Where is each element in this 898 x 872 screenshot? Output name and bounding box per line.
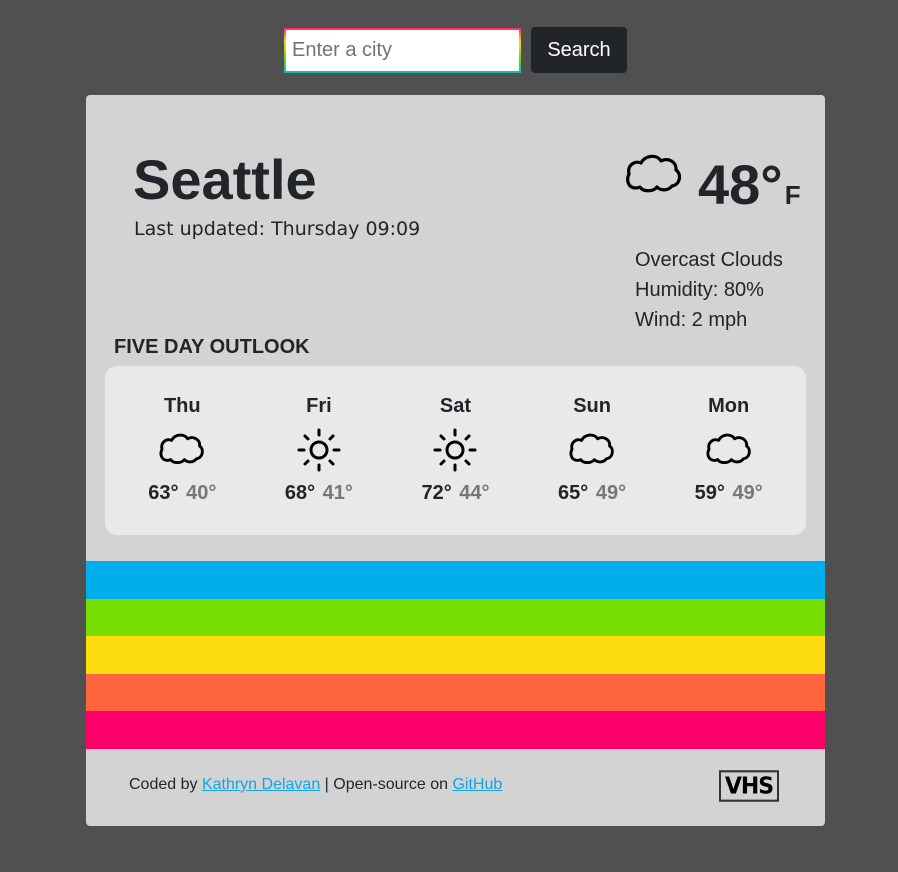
day-name: Sun — [573, 395, 611, 417]
day-name: Fri — [306, 395, 332, 417]
sun-icon — [297, 428, 341, 472]
city-name: Seattle — [133, 148, 317, 211]
current-conditions: 48° F — [624, 150, 801, 220]
low-temp: 49° — [595, 482, 627, 504]
day-name: Mon — [708, 395, 750, 417]
footer-middle: | Open-source on — [320, 776, 453, 793]
forecast-day: Sun 65° 49° — [524, 366, 661, 535]
five-day-forecast: Thu 63° 40° Fri 68° 41° Sat 72° 44° Sun … — [105, 366, 806, 535]
stripe-pink — [86, 711, 825, 749]
wind: Wind: 2 mph — [635, 309, 748, 331]
vhs-logo: VHS — [719, 770, 779, 802]
search-button[interactable]: Search — [531, 27, 627, 73]
high-temp: 68° — [284, 482, 316, 504]
search-form: Search — [284, 27, 627, 73]
low-temp: 41° — [322, 482, 353, 504]
forecast-day: Thu 63° 40° — [114, 366, 251, 535]
footer-prefix: Coded by — [129, 776, 202, 793]
high-temp: 65° — [558, 482, 589, 504]
stripe-yellow — [86, 636, 825, 674]
outlook-title: FIVE DAY OUTLOOK — [114, 336, 310, 358]
humidity: Humidity: 80% — [635, 279, 764, 301]
forecast-day: Fri 68° 41° — [251, 366, 388, 535]
sun-icon — [433, 428, 477, 472]
weather-description: Overcast Clouds — [635, 249, 783, 271]
day-name: Sat — [439, 395, 472, 417]
stripe-orange — [86, 673, 825, 712]
cloud-icon — [569, 433, 614, 465]
city-input-border — [284, 27, 521, 73]
forecast-day: Mon 59° 49° — [660, 366, 797, 535]
cloud-icon — [626, 154, 682, 193]
city-search-input[interactable] — [286, 29, 519, 71]
footer-credits: Coded by Kathryn Delavan | Open-source o… — [129, 776, 502, 794]
current-details: Overcast Clouds Humidity: 80% Wind: 2 mp… — [635, 245, 783, 335]
temperature-unit: F — [784, 180, 801, 210]
low-temp: 44° — [459, 482, 490, 504]
high-temp: 63° — [148, 482, 179, 504]
cloud-icon — [706, 433, 751, 465]
cloud-icon — [159, 433, 205, 465]
weather-card: Seattle Last updated: Thursday 09:09 48°… — [86, 95, 825, 826]
rainbow-stripes — [86, 561, 825, 749]
github-link[interactable]: GitHub — [452, 776, 502, 793]
author-link[interactable]: Kathryn Delavan — [202, 776, 320, 793]
stripe-green — [86, 598, 825, 637]
last-updated: Last updated: Thursday 09:09 — [134, 218, 421, 240]
high-temp: 59° — [694, 482, 725, 504]
stripe-blue — [86, 561, 825, 599]
low-temp: 40° — [186, 482, 217, 504]
current-temperature: 48° — [698, 153, 783, 216]
low-temp: 49° — [732, 482, 763, 504]
high-temp: 72° — [421, 482, 452, 504]
day-name: Thu — [163, 395, 201, 417]
forecast-day: Sat 72° 44° — [387, 366, 524, 535]
